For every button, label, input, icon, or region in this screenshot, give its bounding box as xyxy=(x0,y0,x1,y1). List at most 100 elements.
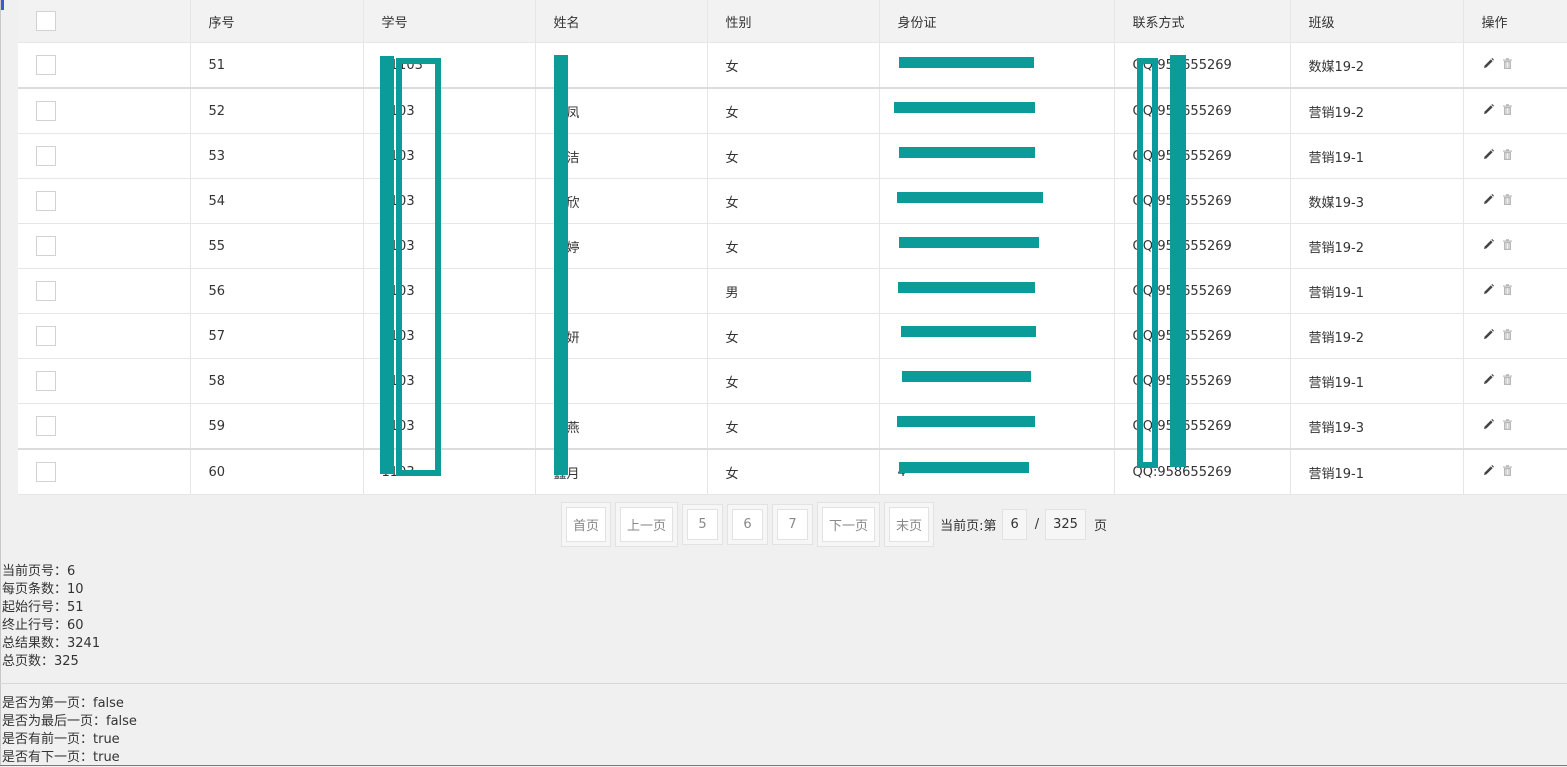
info-total-results: 总结果数：3241 xyxy=(2,635,100,653)
trash-icon[interactable] xyxy=(1501,57,1514,70)
page-suffix: 页 xyxy=(1094,515,1107,534)
table-row: 531103运洁女QQ:958655269营销19-1 xyxy=(18,134,1567,179)
row-select-cell xyxy=(18,179,190,224)
table-header-row: 序号 学号 姓名 性别 身份证 联系方式 班级 操作 xyxy=(18,0,1567,43)
pencil-icon[interactable] xyxy=(1482,373,1495,386)
row-actions xyxy=(1463,359,1567,404)
trash-icon[interactable] xyxy=(1501,328,1514,341)
flag-has-prev: 是否有前一页：true xyxy=(2,731,137,749)
last-page-button[interactable]: 末页 xyxy=(889,507,929,542)
cell-class: 营销19-3 xyxy=(1290,404,1463,450)
next-page-button-wrap: 下一页 xyxy=(817,502,880,547)
row-checkbox[interactable] xyxy=(36,55,56,75)
page-6-button-wrap: 6 xyxy=(727,504,768,545)
pencil-icon[interactable] xyxy=(1482,193,1495,206)
redaction-bar xyxy=(899,57,1034,68)
select-all-cell xyxy=(18,0,190,43)
cell-gender: 女 xyxy=(707,43,879,89)
paging-flags: 是否为第一页：false 是否为最后一页：false 是否有前一页：true 是… xyxy=(2,695,137,767)
cell-gender: 女 xyxy=(707,314,879,359)
table-row: 581103丹女QQ:958655269营销19-1 xyxy=(18,359,1567,404)
row-checkbox[interactable] xyxy=(36,191,56,211)
trash-icon[interactable] xyxy=(1501,464,1514,477)
pencil-icon[interactable] xyxy=(1482,328,1495,341)
row-actions xyxy=(1463,224,1567,269)
table-row: 601103鑫月女4QQ:958655269营销19-1 xyxy=(18,449,1567,495)
cell-seq: 56 xyxy=(190,269,363,314)
pencil-icon[interactable] xyxy=(1482,283,1495,296)
student-table: 序号 学号 姓名 性别 身份证 联系方式 班级 操作 5111103微女QQ:9… xyxy=(18,0,1567,495)
table-row: 541103佳欣女QQ:958655269数媒19-3 xyxy=(18,179,1567,224)
redaction-bar xyxy=(899,462,1029,473)
trash-icon[interactable] xyxy=(1501,193,1514,206)
page-7-button-wrap: 7 xyxy=(772,504,813,545)
trash-icon[interactable] xyxy=(1501,418,1514,431)
redaction-box xyxy=(396,58,441,476)
redaction-bar xyxy=(901,326,1036,337)
cell-gender: 女 xyxy=(707,224,879,269)
cell-class: 营销19-1 xyxy=(1290,134,1463,179)
row-checkbox[interactable] xyxy=(36,146,56,166)
page-button[interactable]: 6 xyxy=(732,509,763,540)
row-checkbox[interactable] xyxy=(36,416,56,436)
redaction-bar xyxy=(897,416,1035,427)
redaction-bar xyxy=(380,56,394,474)
page-separator: / xyxy=(1035,517,1039,532)
cell-seq: 54 xyxy=(190,179,363,224)
header-idcard: 身份证 xyxy=(879,0,1114,43)
page-button[interactable]: 7 xyxy=(777,509,808,540)
trash-icon[interactable] xyxy=(1501,373,1514,386)
row-select-cell xyxy=(18,43,190,89)
pencil-icon[interactable] xyxy=(1482,57,1495,70)
cell-class: 营销19-2 xyxy=(1290,314,1463,359)
pencil-icon[interactable] xyxy=(1482,238,1495,251)
redaction-bar xyxy=(894,102,1035,113)
table-row: 5111103微女QQ:958655269数媒19-2 xyxy=(18,43,1567,89)
row-checkbox[interactable] xyxy=(36,462,56,482)
cell-gender: 女 xyxy=(707,359,879,404)
row-checkbox[interactable] xyxy=(36,281,56,301)
cell-seq: 57 xyxy=(190,314,363,359)
cell-seq: 60 xyxy=(190,449,363,495)
row-select-cell xyxy=(18,449,190,495)
row-checkbox[interactable] xyxy=(36,326,56,346)
info-page-size: 每页条数：10 xyxy=(2,581,100,599)
prev-page-button-wrap: 上一页 xyxy=(615,502,678,547)
row-select-cell xyxy=(18,269,190,314)
redaction-bar xyxy=(899,237,1039,248)
row-actions xyxy=(1463,43,1567,89)
row-checkbox[interactable] xyxy=(36,101,56,121)
pencil-icon[interactable] xyxy=(1482,464,1495,477)
page-button[interactable]: 5 xyxy=(687,509,718,540)
row-select-cell xyxy=(18,224,190,269)
page-5-button-wrap: 5 xyxy=(682,504,723,545)
header-gender: 性别 xyxy=(707,0,879,43)
redaction-bar xyxy=(899,147,1035,158)
pencil-icon[interactable] xyxy=(1482,148,1495,161)
row-actions xyxy=(1463,134,1567,179)
trash-icon[interactable] xyxy=(1501,238,1514,251)
trash-icon[interactable] xyxy=(1501,148,1514,161)
pencil-icon[interactable] xyxy=(1482,103,1495,116)
trash-icon[interactable] xyxy=(1501,103,1514,116)
next-page-button[interactable]: 下一页 xyxy=(822,507,875,542)
cell-seq: 53 xyxy=(190,134,363,179)
first-page-button[interactable]: 首页 xyxy=(566,507,606,542)
cell-seq: 58 xyxy=(190,359,363,404)
row-checkbox[interactable] xyxy=(36,236,56,256)
pencil-icon[interactable] xyxy=(1482,418,1495,431)
prev-page-button[interactable]: 上一页 xyxy=(620,507,673,542)
table-row: 561103旺男QQ:958655269营销19-1 xyxy=(18,269,1567,314)
flag-is-first: 是否为第一页：false xyxy=(2,695,137,713)
row-checkbox[interactable] xyxy=(36,371,56,391)
cell-seq: 59 xyxy=(190,404,363,450)
header-name: 姓名 xyxy=(535,0,707,43)
page-left-border xyxy=(0,0,1,766)
student-table-container: 序号 学号 姓名 性别 身份证 联系方式 班级 操作 5111103微女QQ:9… xyxy=(18,0,1567,495)
cell-class: 营销19-2 xyxy=(1290,88,1463,134)
row-select-cell xyxy=(18,134,190,179)
trash-icon[interactable] xyxy=(1501,283,1514,296)
table-row: 591103晓燕女QQ:958655269营销19-3 xyxy=(18,404,1567,450)
select-all-checkbox[interactable] xyxy=(36,11,56,31)
cell-gender: 女 xyxy=(707,134,879,179)
